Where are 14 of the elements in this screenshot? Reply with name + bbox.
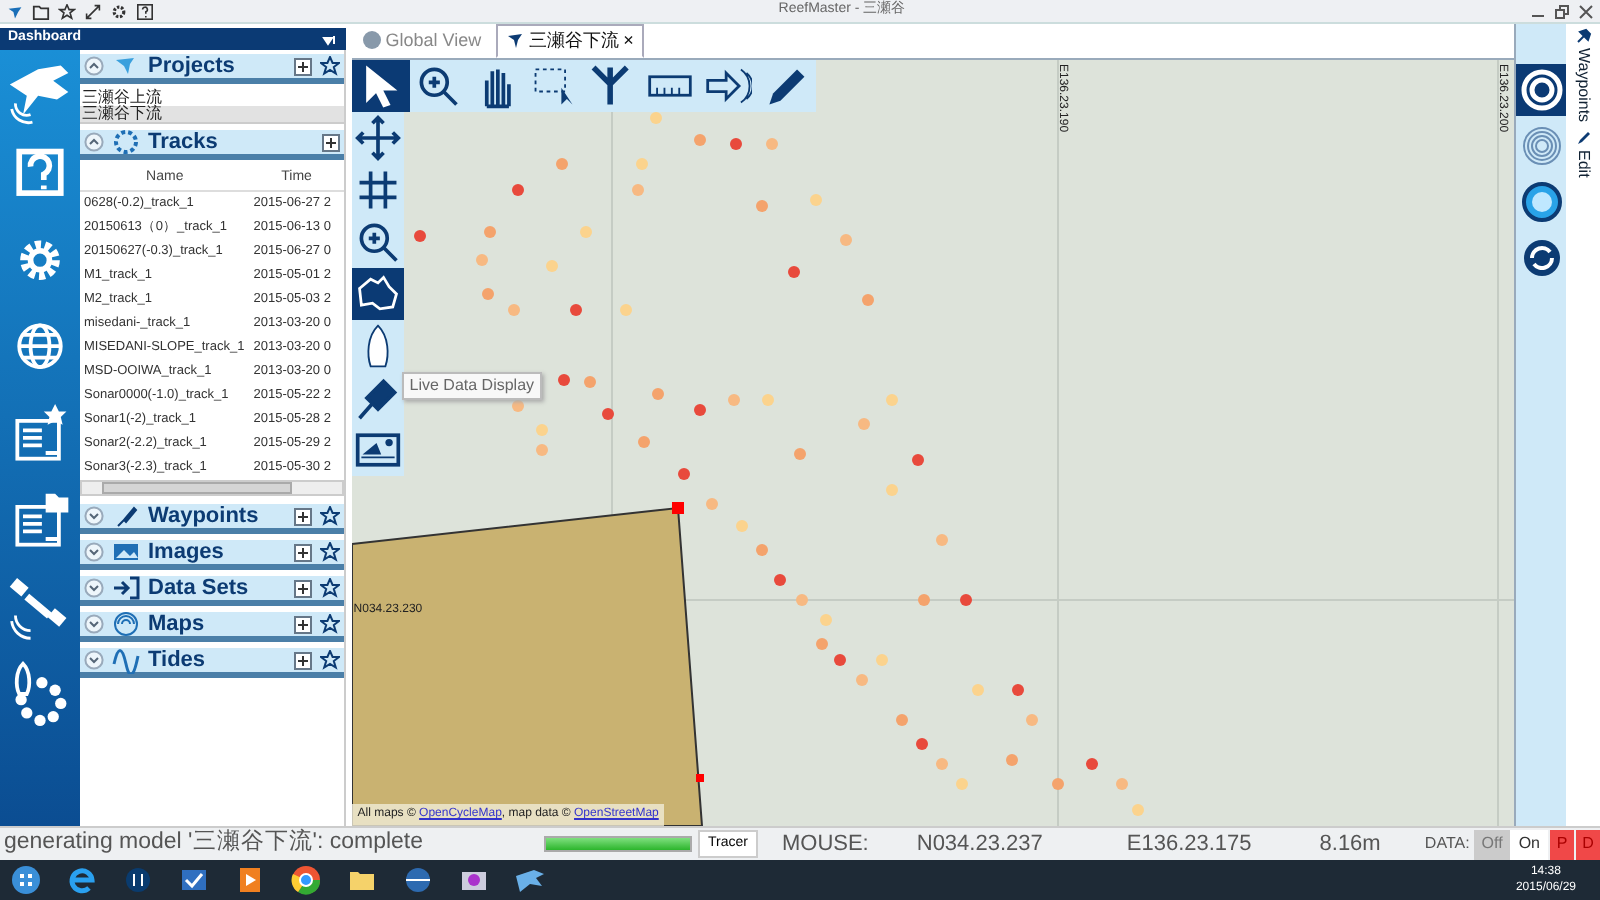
mouse-label: MOUSE:: [781, 829, 869, 860]
tooltip: Live Data Display: [401, 372, 543, 400]
section-title: Tracks: [148, 127, 220, 158]
data-label: DATA:: [1422, 832, 1470, 856]
section-title: Data Sets: [148, 573, 251, 604]
longitude-value: E136.23.175: [1126, 829, 1252, 860]
section-title: Projects: [148, 51, 237, 82]
section-title: Waypoints: [148, 501, 261, 532]
status-message: generating model '三瀬谷下流': complete: [2, 826, 426, 859]
section-title: Maps: [148, 609, 207, 640]
section-title: Images: [148, 537, 226, 568]
latitude-value: N034.23.237: [916, 829, 1043, 860]
depth-value: 8.16m: [1319, 829, 1381, 860]
section-title: Tides: [148, 645, 208, 676]
